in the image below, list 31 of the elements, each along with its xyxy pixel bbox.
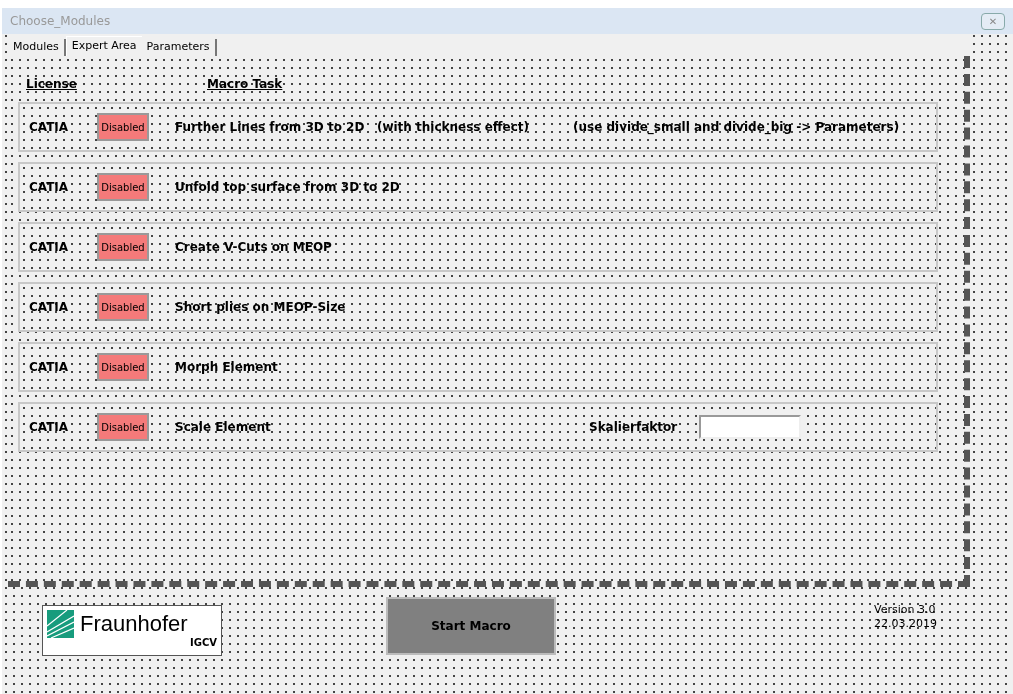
logo-name: Fraunhofer [80,613,188,635]
status-button[interactable]: Disabled [97,233,149,261]
status-button[interactable]: Disabled [97,173,149,201]
license-label: CATIA [29,239,70,256]
logo-unit: IGCV [190,638,217,648]
task-header: Macro Task [207,76,283,93]
task-label: Morph Element [175,359,279,376]
note-label: (use divide_small and divide_big -> Parameters) [573,119,900,136]
tab[interactable]: Expert Area [65,36,142,56]
start-macro-button[interactable]: Start Macro [386,597,556,655]
status-button[interactable]: Disabled [97,113,149,141]
window-title: Choose_Modules [10,13,111,30]
logo-mark-icon [47,610,74,638]
license-label: CATIA [29,119,70,136]
license-label: CATIA [29,299,70,316]
status-button[interactable]: Disabled [97,353,149,381]
task-label: Create V-Cuts on MEOP [175,239,333,256]
task-label: Further Lines from 3D to 2D (with thickness effect) [175,119,530,136]
license-label: CATIA [29,419,70,436]
status-button[interactable]: Disabled [97,413,149,441]
date-label: 22.03.2019 [874,616,937,631]
license-header: License [26,76,78,93]
field-label: Skalierfaktor [589,419,679,436]
license-label: CATIA [29,359,70,376]
task-label: Short plies on MEOP-Size [175,299,347,316]
status-button[interactable]: Disabled [97,293,149,321]
version-label: Version 3.0 [874,603,937,617]
license-label: CATIA [29,179,70,196]
task-label: Unfold top surface from 3D to 2D [175,179,401,196]
input-field[interactable] [699,415,801,439]
task-label: Scale Element [175,419,272,436]
